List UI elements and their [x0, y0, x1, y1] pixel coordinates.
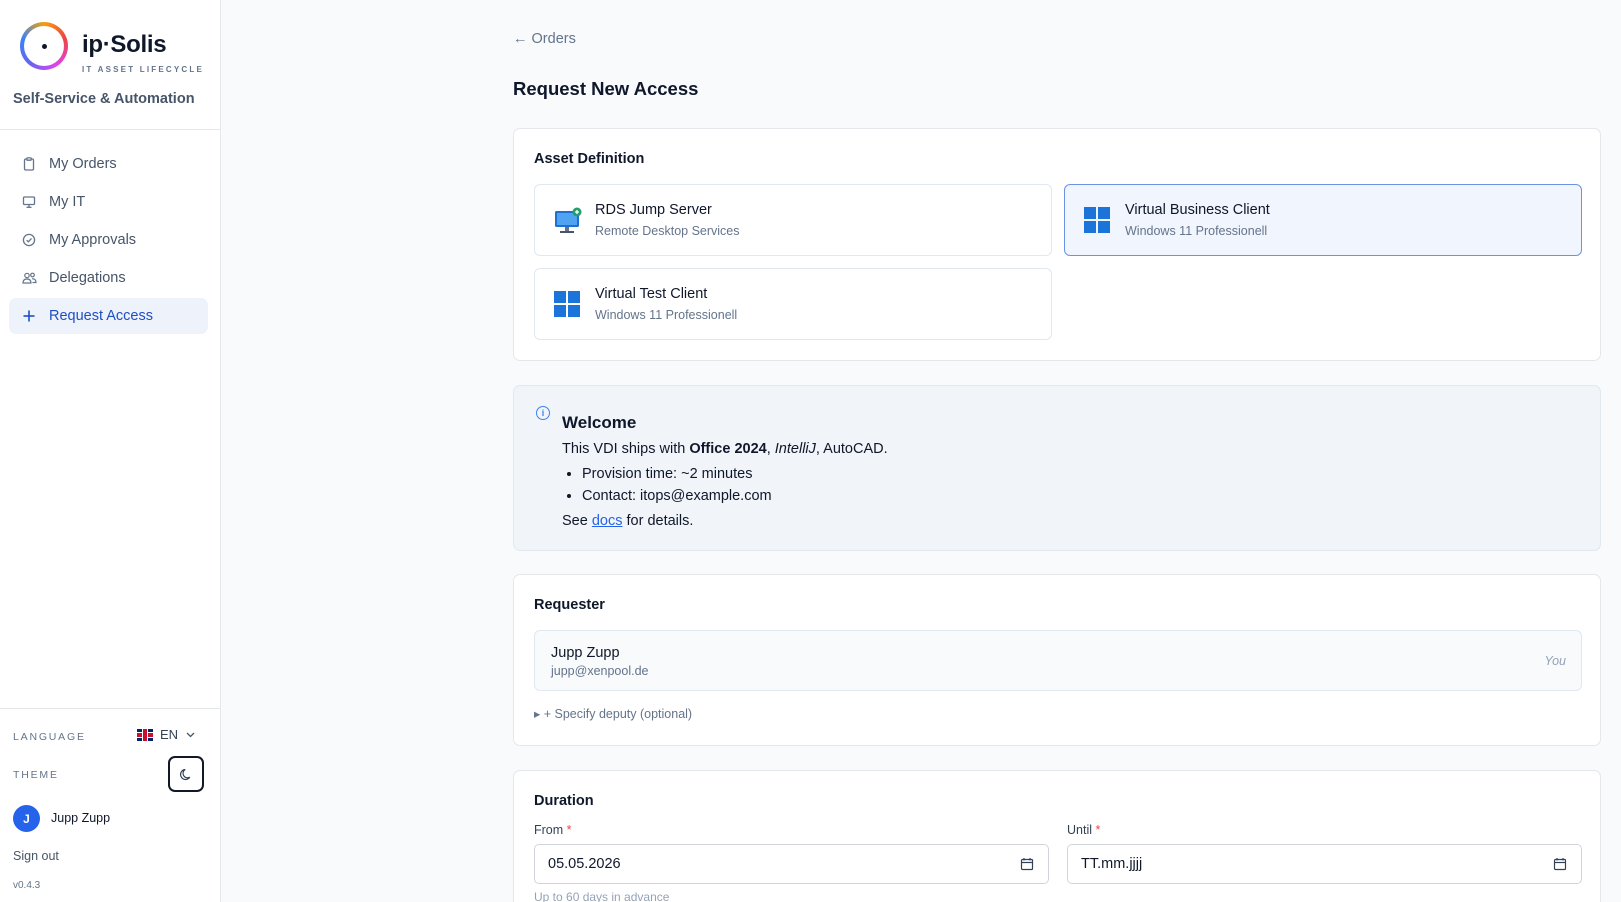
rds-monitor-icon	[554, 207, 582, 235]
sidebar-item-delegations[interactable]: Delegations	[9, 260, 208, 296]
sidebar-item-my-orders[interactable]: My Orders	[9, 146, 208, 182]
brand-logo[interactable]: ip·Solis IT ASSET LIFECYCLE	[18, 20, 218, 76]
section-title: Requester	[534, 597, 605, 613]
theme-toggle-button[interactable]	[168, 756, 204, 792]
sidebar-item-label: Delegations	[49, 270, 126, 286]
brand-subtitle: Self-Service & Automation	[13, 91, 195, 107]
asset-option-rds-jump-server[interactable]: RDS Jump Server Remote Desktop Services	[534, 184, 1052, 256]
asset-name: Virtual Test Client	[595, 286, 708, 302]
until-date-input[interactable]: TT.mm.jjjj	[1067, 844, 1582, 884]
language-value: EN	[160, 727, 179, 742]
list-item: Provision time: ~2 minutes	[582, 463, 888, 485]
back-to-orders-link[interactable]: ← Orders	[513, 31, 576, 47]
calendar-icon[interactable]	[1020, 857, 1034, 871]
asset-subtitle: Windows 11 Professionell	[595, 308, 738, 322]
sidebar: ip·Solis IT ASSET LIFECYCLE Self-Service…	[0, 0, 221, 902]
duration-hint: Up to 60 days in advance	[534, 890, 670, 902]
asset-subtitle: Remote Desktop Services	[595, 224, 740, 238]
asset-option-virtual-test-client[interactable]: Virtual Test Client Windows 11 Professio…	[534, 268, 1052, 340]
requester-email: jupp@xenpool.de	[551, 664, 649, 678]
plus-icon	[21, 308, 37, 324]
sign-out-link[interactable]: Sign out	[13, 849, 59, 863]
calendar-icon[interactable]	[1553, 857, 1567, 871]
sidebar-item-label: My Approvals	[49, 232, 137, 248]
uk-flag-icon	[137, 728, 153, 741]
chevron-down-icon	[186, 732, 195, 738]
app-version: v0.4.3	[13, 880, 41, 891]
user-name: Jupp Zupp	[51, 811, 111, 825]
users-icon	[21, 270, 37, 286]
language-select[interactable]: EN	[137, 727, 195, 742]
from-label: From *	[534, 823, 572, 837]
info-body: This VDI ships with Office 2024, Intelli…	[562, 438, 888, 532]
requester-name: Jupp Zupp	[551, 645, 620, 661]
sidebar-item-label: Request Access	[49, 308, 153, 324]
check-circle-icon	[21, 232, 37, 248]
brand-name: ip·Solis	[82, 31, 167, 58]
info-footer: See docs for details.	[562, 513, 694, 529]
divider	[0, 708, 220, 709]
asset-name: Virtual Business Client	[1125, 202, 1270, 218]
theme-label: THEME	[13, 769, 59, 781]
divider	[0, 129, 220, 130]
sidebar-item-request-access[interactable]: Request Access	[9, 298, 208, 334]
asset-definition-card: Asset Definition RDS Jump Server Remote …	[513, 128, 1601, 361]
asset-name: RDS Jump Server	[595, 202, 712, 218]
section-title: Asset Definition	[534, 151, 645, 167]
sidebar-nav: My Orders My IT My Approvals Delegations…	[9, 146, 208, 336]
from-date-input[interactable]: 05.05.2026	[534, 844, 1049, 884]
sidebar-item-label: My Orders	[49, 156, 117, 172]
you-badge: You	[1544, 654, 1566, 668]
sidebar-item-my-approvals[interactable]: My Approvals	[9, 222, 208, 258]
brand-tagline: IT ASSET LIFECYCLE	[82, 65, 204, 74]
section-title: Duration	[534, 793, 594, 809]
asset-option-virtual-business-client[interactable]: Virtual Business Client Windows 11 Profe…	[1064, 184, 1582, 256]
welcome-info-card: i Welcome This VDI ships with Office 202…	[513, 385, 1601, 551]
page-title: Request New Access	[513, 78, 699, 99]
language-label: LANGUAGE	[13, 731, 86, 743]
windows-icon	[554, 291, 582, 319]
asset-subtitle: Windows 11 Professionell	[1125, 224, 1268, 238]
list-item: Contact: itops@example.com	[582, 485, 888, 507]
requester-card: Requester Jupp Zupp jupp@xenpool.de You …	[513, 574, 1601, 746]
info-line: This VDI ships with Office 2024, Intelli…	[562, 441, 888, 457]
until-date-value: TT.mm.jjjj	[1081, 856, 1143, 872]
until-label: Until *	[1067, 823, 1101, 837]
windows-icon	[1084, 207, 1112, 235]
avatar: J	[13, 805, 40, 832]
info-title: Welcome	[562, 413, 637, 432]
info-bullets: Provision time: ~2 minutes Contact: itop…	[582, 463, 888, 507]
from-date-value: 05.05.2026	[548, 856, 621, 872]
info-icon: i	[536, 406, 550, 420]
duration-card: Duration From * 05.05.2026 Until * TT.mm…	[513, 770, 1601, 902]
monitor-icon	[21, 194, 37, 210]
clipboard-icon	[21, 156, 37, 172]
docs-link[interactable]: docs	[592, 513, 623, 529]
requester-box: Jupp Zupp jupp@xenpool.de You	[534, 630, 1582, 691]
sidebar-item-my-it[interactable]: My IT	[9, 184, 208, 220]
sidebar-item-label: My IT	[49, 194, 86, 210]
moon-icon	[179, 767, 194, 782]
specify-deputy-toggle[interactable]: ▸ + Specify deputy (optional)	[534, 706, 692, 721]
